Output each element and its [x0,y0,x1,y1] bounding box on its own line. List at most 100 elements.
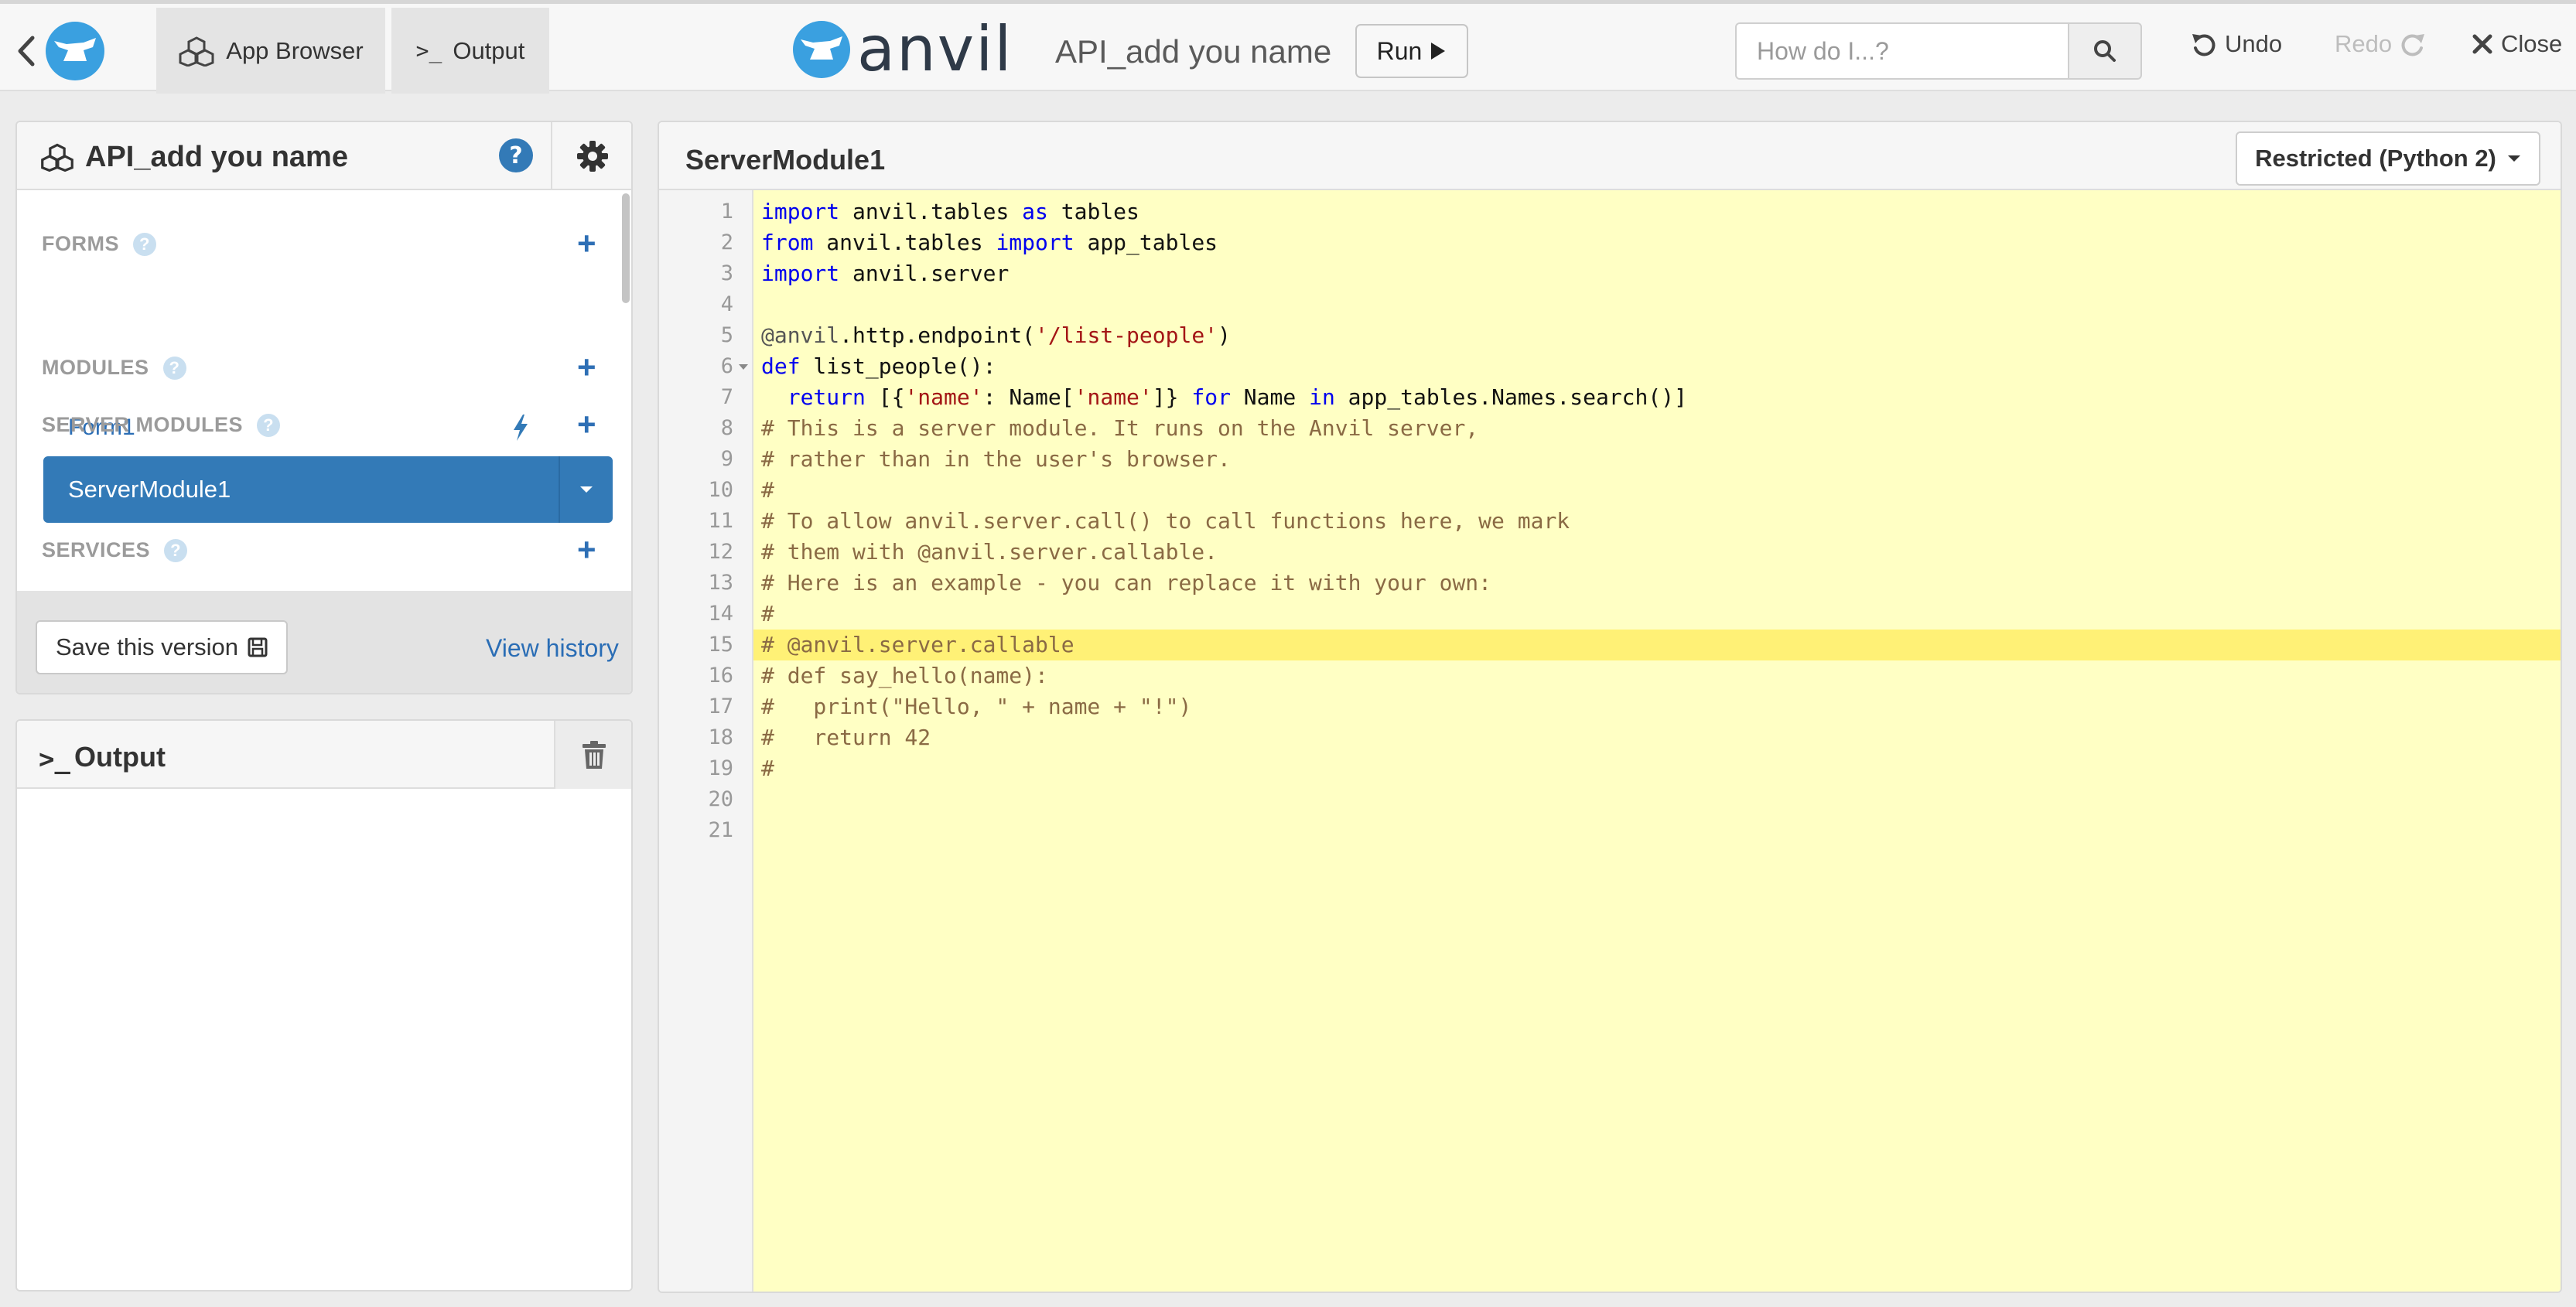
brand-wordmark: anvil [857,13,1013,85]
section-forms-label: FORMS [42,232,119,255]
close-button[interactable]: Close [2472,30,2562,58]
code-text: tables [1047,199,1139,224]
line-number: 1 [720,200,733,224]
app-browser-title: API_add you name [85,141,348,173]
tab-app-browser[interactable]: App Browser [156,8,385,94]
undo-icon [2192,34,2216,56]
search-input[interactable] [1735,22,2068,80]
code-comment-line: # print("Hello, " + name + "!") [761,694,1192,719]
code-editor[interactable]: import anvil.tables as tables from anvil… [753,190,2561,1292]
fold-arrow-icon[interactable] [736,351,750,382]
code-text: : Name[ [982,384,1074,410]
code-text: app_tables.Names.search()] [1334,384,1687,410]
anvil-logo-icon[interactable] [43,21,107,81]
code-string: 'name' [1074,384,1153,410]
svg-text:?: ? [509,142,522,169]
redo-button[interactable]: Redo [2335,30,2426,58]
code-active-line: # @anvil.server.callable [753,630,2561,660]
add-service-button[interactable]: + [577,534,596,566]
tab-output[interactable]: >_ Output [391,8,549,94]
code-text: anvil.server [839,261,1010,286]
line-number: 6 [720,354,733,378]
output-console[interactable] [17,790,631,1290]
line-number: 16 [708,664,733,688]
app-name-title: API_add you name [1055,33,1332,70]
save-version-label: Save this version [55,633,239,660]
view-history-link[interactable]: View history [486,634,619,663]
code-line: import anvil.server [753,258,2561,289]
help-icon[interactable]: ? [164,538,188,562]
help-icon[interactable]: ? [162,356,186,380]
code-line: def list_people(): [753,351,2561,382]
line-number: 20 [708,787,733,811]
help-icon[interactable]: ? [257,413,281,437]
add-module-button[interactable]: + [577,351,596,384]
undo-button[interactable]: Undo [2191,30,2282,58]
play-icon [1431,43,1446,60]
line-number: 14 [708,602,733,626]
code-keyword: import [761,199,840,224]
code-editor-panel: ServerModule1 Restricted (Python 2) 1 2 … [658,121,2562,1293]
code-keyword: from [761,230,814,255]
caret-down-icon [2507,155,2520,162]
section-server-modules-label: SERVER MODULES [42,413,244,436]
help-icon[interactable]: ? [498,138,534,173]
terminal-prompt-icon: >_ [415,38,442,63]
code-keyword: import [761,261,840,286]
clear-output-button[interactable] [554,721,631,789]
python-version-label: Restricted (Python 2) [2255,145,2496,172]
code-comment-line: # return 42 [761,725,931,750]
code-keyword: return [787,384,866,410]
add-form-button[interactable]: + [577,227,596,260]
server-module-item-servermodule1[interactable]: ServerModule1 [43,456,613,523]
section-forms: FORMS ? [42,232,156,256]
code-text: ) [1218,322,1231,348]
close-label: Close [2501,30,2563,57]
code-text: .http.endpoint( [839,322,1036,348]
line-number: 3 [720,261,733,285]
redo-label: Redo [2335,30,2393,57]
line-number: 4 [720,292,733,316]
help-icon[interactable]: ? [133,232,156,256]
code-comment-line: # Here is an example - you can replace i… [761,570,1492,595]
floppy-disk-icon [248,637,268,657]
line-number: 17 [708,694,733,718]
trash-icon [583,741,606,769]
line-number: 19 [708,756,733,780]
save-version-button[interactable]: Save this version [36,620,288,674]
code-text: app_tables [1074,230,1218,255]
code-comment-line: # rather than in the user's browser. [761,446,1231,472]
redo-icon [2401,34,2425,56]
python-version-select[interactable]: Restricted (Python 2) [2236,131,2540,186]
line-number: 10 [708,478,733,502]
cubes-icon [41,143,73,172]
code-string: 'name' [904,384,983,410]
section-server-modules: SERVER MODULES ? [42,413,281,437]
caret-down-icon [580,486,593,493]
code-comment-line: # To allow anvil.server.call() to call f… [761,508,1570,534]
anvil-brand-logo-icon [793,21,850,78]
code-text: anvil.tables [813,230,996,255]
server-module-dropdown[interactable] [559,456,613,523]
output-title: Output [74,741,166,773]
code-text: [{ [865,384,905,410]
line-number: 18 [708,725,733,749]
run-button-label: Run [1376,36,1423,65]
section-services-label: SERVICES [42,538,151,561]
gear-icon [577,141,608,172]
search-button[interactable] [2068,22,2142,80]
run-button[interactable]: Run [1355,24,1468,78]
back-chevron-icon[interactable] [14,33,37,69]
code-line: from anvil.tables import app_tables [753,227,2561,258]
line-number: 13 [708,571,733,595]
cubes-icon [179,36,214,67]
editor-header: ServerModule1 Restricted (Python 2) [659,122,2561,190]
add-server-module-button[interactable]: + [577,408,596,441]
line-number: 12 [708,540,733,564]
code-text: anvil.tables [839,199,1023,224]
line-number: 15 [708,633,733,657]
tab-app-browser-label: App Browser [226,36,364,64]
scrollbar[interactable] [622,193,630,303]
settings-button[interactable] [551,122,631,190]
